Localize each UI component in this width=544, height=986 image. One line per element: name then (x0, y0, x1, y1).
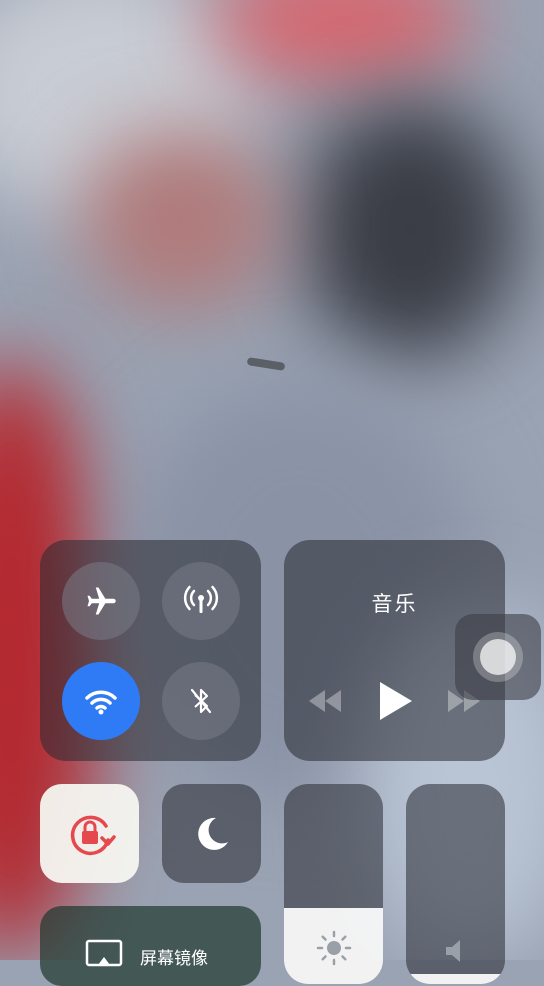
bluetooth-off-icon (190, 688, 212, 714)
assistive-touch-ring (473, 632, 523, 682)
wifi-toggle[interactable] (62, 662, 140, 740)
rotation-lock-toggle[interactable] (40, 784, 139, 883)
speaker-icon (446, 940, 460, 962)
volume-fill (406, 974, 505, 984)
airplane-icon (87, 587, 116, 615)
bluetooth-toggle[interactable] (162, 662, 240, 740)
screen-mirroring-icon (85, 939, 123, 967)
airplane-mode-toggle[interactable] (62, 562, 140, 640)
play-icon[interactable] (377, 680, 415, 722)
rotation-lock-icon (70, 815, 116, 856)
cellular-antenna-icon (183, 585, 219, 613)
previous-icon[interactable] (305, 688, 345, 714)
volume-slider[interactable] (406, 784, 505, 984)
sun-icon (316, 930, 352, 966)
brightness-slider[interactable] (284, 784, 383, 984)
do-not-disturb-toggle[interactable] (162, 784, 261, 883)
cellular-data-toggle[interactable] (162, 562, 240, 640)
assistive-touch-dot (480, 639, 516, 675)
assistive-touch-button[interactable] (455, 614, 541, 700)
wifi-icon (85, 690, 117, 715)
screen-mirroring-label: 屏幕镜像 (140, 949, 208, 969)
moon-icon (198, 817, 228, 850)
